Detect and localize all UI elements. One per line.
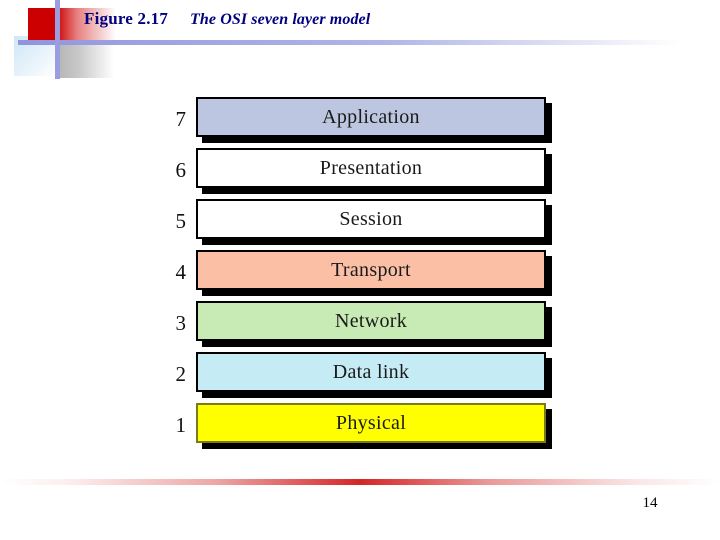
layer-number: 4 [175,260,187,284]
layer-box[interactable]: Network [196,301,552,347]
footer-rule [0,479,720,485]
layer-box-face[interactable]: Data link [196,352,546,392]
layer-box[interactable]: Transport [196,250,552,296]
layer-label: Transport [331,258,411,281]
layer-box[interactable]: Data link [196,352,552,398]
layer-label: Session [339,207,403,230]
layer-number: 1 [175,413,187,437]
layer-number: 7 [175,107,187,131]
layer-box-face[interactable]: Presentation [196,148,546,188]
layer-label: Presentation [319,156,423,179]
layer-label: Application [322,105,420,128]
layer-label: Data link [332,360,410,383]
osi-layer-row: 3 Network [160,301,560,347]
layer-box-face[interactable]: Application [196,97,546,137]
layer-box[interactable]: Session [196,199,552,245]
osi-layer-row: 5 Session [160,199,560,245]
layer-box[interactable]: Presentation [196,148,552,194]
layer-number: 6 [175,158,187,182]
osi-layer-row: 7 Application [160,97,560,143]
layer-label: Physical [335,411,407,434]
layer-box-face[interactable]: Transport [196,250,546,290]
layer-label: Network [334,309,408,332]
layer-box[interactable]: Physical [196,403,552,449]
slide-canvas: Figure 2.17 The OSI seven layer model 7A… [0,0,720,540]
osi-layer-row: 2 Data link [160,352,560,398]
osi-layer-stack: 7 Application 6 Presentation 5 Session 4 Transp… [0,0,720,540]
layer-box-face[interactable]: Network [196,301,546,341]
layer-box-face[interactable]: Session [196,199,546,239]
layer-number: 2 [175,362,187,386]
layer-number: 3 [175,311,187,335]
layer-box-face[interactable]: Physical [196,403,546,443]
layer-number: 5 [175,209,187,233]
page-number: 14 [642,495,658,511]
osi-layer-row: 6 Presentation [160,148,560,194]
osi-layer-row: 1 Physical [160,403,560,449]
osi-layer-row: 4 Transport [160,250,560,296]
layer-box[interactable]: Application [196,97,552,143]
